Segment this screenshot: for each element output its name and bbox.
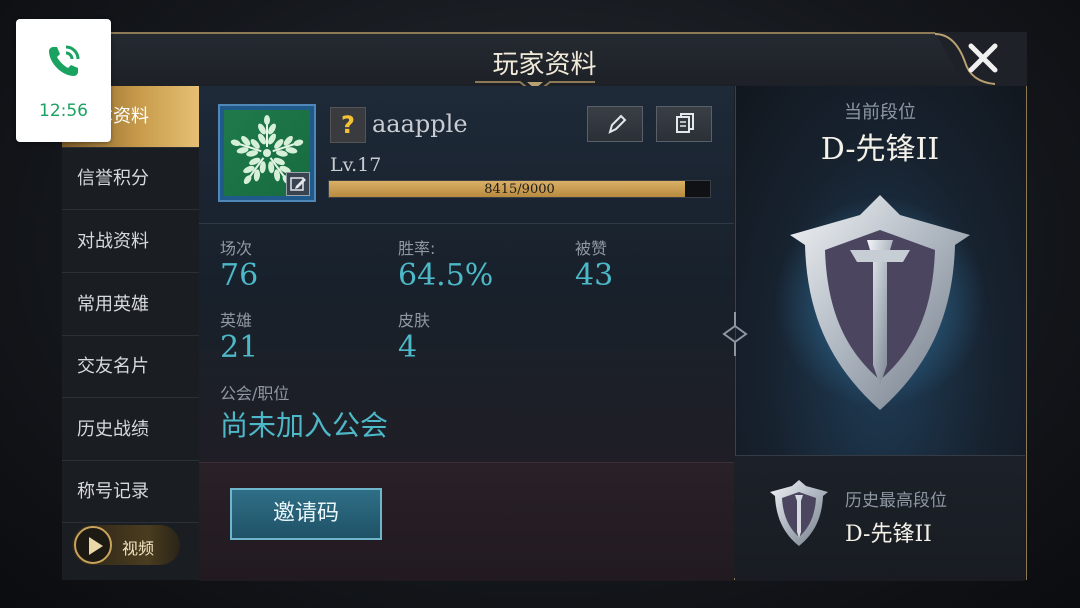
copy-icon	[676, 113, 694, 133]
stat-matches-label: 场次	[220, 239, 253, 258]
stat-winrate-label: 胜率:	[398, 239, 436, 258]
stat-likes-value: 43	[575, 258, 614, 293]
current-rank-label: 当前段位	[844, 102, 916, 123]
stat-heroes-value: 21	[220, 330, 259, 365]
stat-heroes-label: 英雄	[220, 311, 253, 330]
edit-icon	[290, 177, 306, 191]
stat-matches-value: 76	[220, 258, 259, 293]
call-duration: 12:56	[39, 101, 88, 121]
best-rank-shield-icon	[770, 480, 828, 546]
best-rank-label: 历史最高段位	[845, 491, 947, 511]
xp-progress-bar: 8415/9000	[328, 180, 711, 198]
sidebar-item-battle-data[interactable]: 对战资料	[62, 211, 199, 273]
pencil-icon	[608, 114, 627, 134]
stat-guild-value: 尚未加入公会	[220, 409, 389, 442]
help-badge[interactable]: ?	[330, 107, 366, 143]
window-title: 玩家资料	[492, 50, 597, 80]
sidebar-item-common-heroes[interactable]: 常用英雄	[62, 274, 199, 336]
edit-avatar-button[interactable]	[286, 172, 310, 196]
phone-call-icon	[49, 45, 80, 76]
call-widget[interactable]: 12:56	[16, 19, 111, 142]
video-label: 视频	[122, 539, 155, 558]
invite-code-button[interactable]: 邀请码	[230, 488, 382, 540]
xp-progress-text: 8415/9000	[484, 182, 555, 197]
sidebar-item-title-records[interactable]: 称号记录	[62, 461, 199, 523]
stat-likes-label: 被赞	[575, 239, 608, 258]
rank-shield-icon[interactable]	[775, 190, 985, 415]
edit-name-button[interactable]	[587, 106, 643, 142]
copy-button[interactable]	[656, 106, 712, 142]
stat-guild-label: 公会/职位	[220, 384, 290, 403]
player-name: aaapple	[372, 110, 468, 138]
stat-winrate-value: 64.5%	[398, 258, 494, 293]
sidebar: 基本资料 信誉积分 对战资料 常用英雄 交友名片 历史战绩 称号记录	[62, 86, 200, 580]
divider-ornament-icon	[722, 312, 748, 356]
sidebar-item-social-card[interactable]: 交友名片	[62, 336, 199, 398]
stat-skins-value: 4	[398, 330, 418, 365]
sidebar-item-credit-score[interactable]: 信誉积分	[62, 148, 199, 210]
sidebar-item-match-history[interactable]: 历史战绩	[62, 399, 199, 461]
stat-skins-label: 皮肤	[398, 311, 431, 330]
play-icon[interactable]	[74, 526, 112, 564]
best-rank-name: D-先锋II	[845, 522, 932, 547]
current-rank-name: D-先锋II	[820, 132, 940, 167]
close-button[interactable]	[935, 32, 1027, 86]
player-level: Lv.17	[330, 154, 382, 176]
